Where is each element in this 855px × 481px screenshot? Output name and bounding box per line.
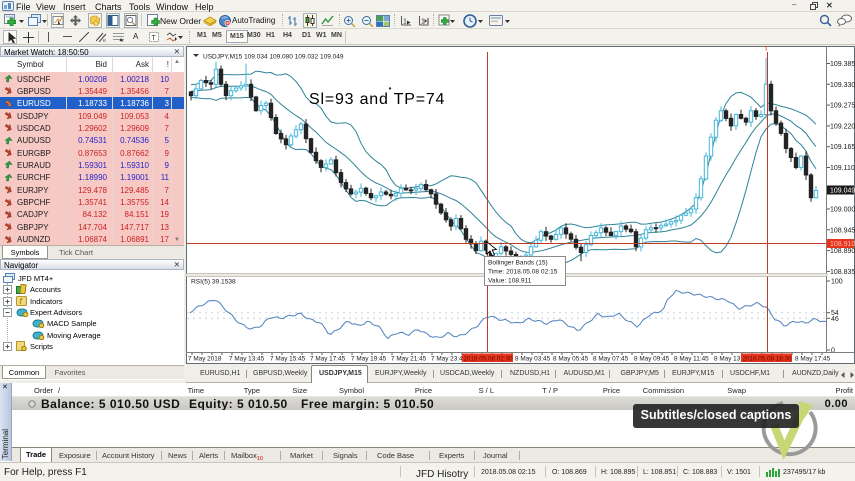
svg-text:108.945: 108.945	[830, 227, 855, 234]
svg-text:109.275: 109.275	[830, 103, 855, 110]
svg-text:7 May 21:45: 7 May 21:45	[391, 356, 427, 363]
svg-text:109.000: 109.000	[830, 207, 855, 214]
svg-text:109.385: 109.385	[830, 61, 855, 68]
svg-text:0: 0	[831, 348, 835, 355]
svg-text:2018.05.08 16:30: 2018.05.08 16:30	[743, 356, 793, 363]
svg-text:108.890: 108.890	[830, 248, 855, 255]
svg-text:100: 100	[831, 279, 843, 286]
svg-text:109.220: 109.220	[830, 123, 855, 130]
svg-text:8 May 05:45: 8 May 05:45	[553, 356, 589, 363]
svg-text:8 May 17:45: 8 May 17:45	[795, 356, 831, 363]
svg-text:7 May 15:45: 7 May 15:45	[270, 356, 306, 363]
svg-text:Value: 108.911: Value: 108.911	[488, 278, 532, 285]
svg-text:7 May 19:45: 7 May 19:45	[351, 356, 387, 363]
svg-text:7 May 2018: 7 May 2018	[188, 356, 222, 363]
svg-text:T: T	[764, 46, 769, 53]
svg-text:8 May 07:45: 8 May 07:45	[593, 356, 629, 363]
svg-text:109.049: 109.049	[830, 188, 855, 195]
svg-text:8 May 03:45: 8 May 03:45	[515, 356, 551, 363]
svg-text:109.330: 109.330	[830, 82, 855, 89]
svg-text:Time: 2018.05.08 02:15: Time: 2018.05.08 02:15	[488, 269, 558, 276]
svg-text:7 May 23:4: 7 May 23:4	[431, 356, 463, 363]
svg-text:108.910: 108.910	[830, 241, 855, 248]
svg-text:RSI(5) 39.1538: RSI(5) 39.1538	[191, 279, 236, 286]
svg-text:7 May 13:45: 7 May 13:45	[229, 356, 265, 363]
svg-text:8 May 11:45: 8 May 11:45	[674, 356, 709, 363]
svg-text:Sl=93 and TP=74: Sl=93 and TP=74	[309, 91, 445, 108]
svg-text:108.835: 108.835	[830, 269, 855, 276]
svg-text:USDJPY,M15 109.034 109.080 10: USDJPY,M15 109.034 109.080 109.032 109.0…	[203, 54, 344, 61]
svg-text:109.110: 109.110	[830, 165, 855, 172]
svg-text:8 May 09:45: 8 May 09:45	[634, 356, 670, 363]
svg-text:46: 46	[831, 316, 839, 323]
svg-text:Bollinger Bands (15): Bollinger Bands (15)	[488, 260, 548, 267]
svg-text:7 May 17:45: 7 May 17:45	[310, 356, 346, 363]
svg-text:109.165: 109.165	[830, 144, 855, 151]
svg-text:2018.05.08 02:30: 2018.05.08 02:30	[464, 356, 514, 363]
